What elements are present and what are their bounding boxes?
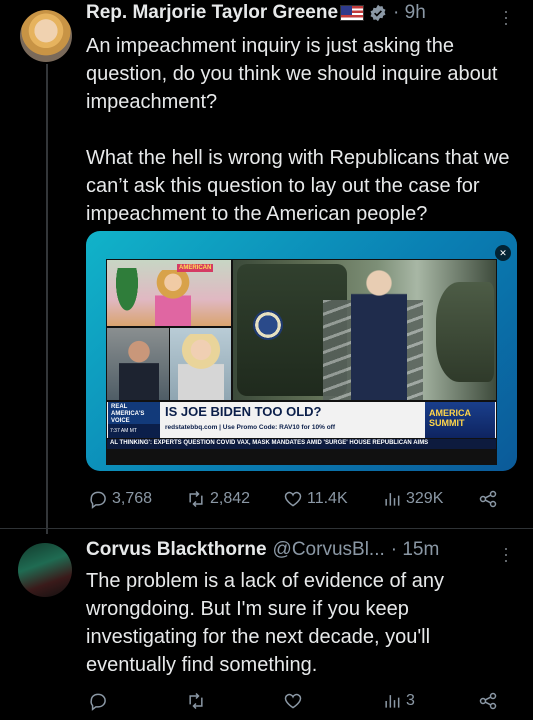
- avatar[interactable]: [20, 10, 72, 62]
- news-ticker: AL THINKING': EXPERTS QUESTION COVID VAX…: [107, 439, 496, 449]
- network-tag: AMERICAN: [177, 264, 214, 272]
- reply-reply-button[interactable]: [88, 691, 108, 711]
- like-button[interactable]: 11.4K: [283, 489, 348, 509]
- share-icon: [479, 490, 497, 508]
- reply-avatar[interactable]: [18, 543, 72, 597]
- helicopter-right-image: [436, 282, 494, 382]
- chyron-subline: redstatebbq.com | Use Promo Code: RAV10 …: [165, 424, 336, 431]
- retweet-icon: [189, 490, 203, 508]
- share-icon: [479, 692, 497, 710]
- reply-icon: [90, 491, 106, 509]
- reply-handle[interactable]: @CorvusBl...: [273, 539, 385, 561]
- retweet-icon: [189, 692, 203, 710]
- tweet-time: · 9h: [393, 2, 426, 23]
- time-box: 7:37 AM MT: [108, 424, 160, 438]
- reply-icon: [90, 693, 106, 711]
- tweet-media-video[interactable]: AMERICAN REAL AMERICA'S VOICE 7:37 AM MT…: [86, 231, 517, 471]
- heart-icon: [284, 491, 302, 507]
- reply-retweet-button[interactable]: [186, 691, 206, 711]
- reply-author-name[interactable]: Corvus Blackthorne: [86, 539, 267, 561]
- mute-icon[interactable]: ✕: [495, 245, 511, 261]
- reply-header: Corvus Blackthorne @CorvusBl... · 15m: [86, 539, 439, 561]
- video-pane-main: [233, 260, 496, 400]
- reply-button[interactable]: 3,768: [88, 489, 152, 509]
- retweet-count: 2,842: [210, 490, 251, 507]
- views-chart-icon: [385, 695, 400, 708]
- plant-image: [113, 268, 141, 318]
- us-flag-icon: [340, 5, 365, 21]
- verified-badge-icon: [370, 4, 386, 22]
- reply-time: · 15m: [390, 539, 440, 560]
- reply-action-bar: 3: [86, 688, 506, 714]
- tweet-text-paragraph-1: An impeachment inquiry is just asking th…: [86, 35, 498, 113]
- heart-icon: [284, 693, 302, 709]
- reply-count: 3,768: [112, 490, 153, 507]
- reply-text: The problem is a lack of evidence of any…: [86, 570, 444, 676]
- presidential-seal-image: [253, 310, 283, 340]
- reply-share-button[interactable]: [478, 691, 498, 711]
- video-pane-host: AMERICAN: [107, 260, 231, 326]
- reply-view-count: 3: [406, 692, 415, 709]
- host-image: [155, 270, 191, 326]
- more-options-icon[interactable]: · · ·: [503, 2, 509, 32]
- man-walking-image: [351, 270, 407, 400]
- reply-views-button[interactable]: 3: [382, 691, 415, 711]
- tweet-divider: [0, 528, 533, 529]
- video-pane-guest-woman: [170, 328, 231, 400]
- lower-third-banner: REAL AMERICA'S VOICE 7:37 AM MT IS JOE B…: [107, 402, 496, 438]
- views-chart-icon: [385, 493, 400, 506]
- view-count: 329K: [406, 490, 444, 507]
- guest-woman-image: [178, 334, 224, 400]
- tweet-header: Rep. Marjorie Taylor Greene · 9h: [86, 2, 426, 24]
- guest-man-image: [119, 338, 159, 400]
- share-button[interactable]: [478, 489, 498, 509]
- tweet-text-paragraph-2: What the hell is wrong with Republicans …: [86, 147, 510, 225]
- like-count: 11.4K: [307, 490, 348, 507]
- reply-like-button[interactable]: [283, 691, 303, 711]
- tv-screen: AMERICAN REAL AMERICA'S VOICE 7:37 AM MT…: [106, 259, 497, 465]
- chyron-headline: IS JOE BIDEN TOO OLD?: [165, 404, 322, 419]
- tweet-action-bar: 3,768 2,842 11.4K 329K: [86, 486, 506, 512]
- thread-connector-line: [46, 64, 48, 534]
- summit-logo: AMERICA SUMMIT: [425, 402, 495, 438]
- views-button[interactable]: 329K: [382, 489, 443, 509]
- author-name[interactable]: Rep. Marjorie Taylor Greene: [86, 2, 338, 24]
- reply-more-options-icon[interactable]: · · ·: [503, 539, 509, 569]
- retweet-button[interactable]: 2,842: [186, 489, 250, 509]
- video-pane-guest-man: [107, 328, 169, 400]
